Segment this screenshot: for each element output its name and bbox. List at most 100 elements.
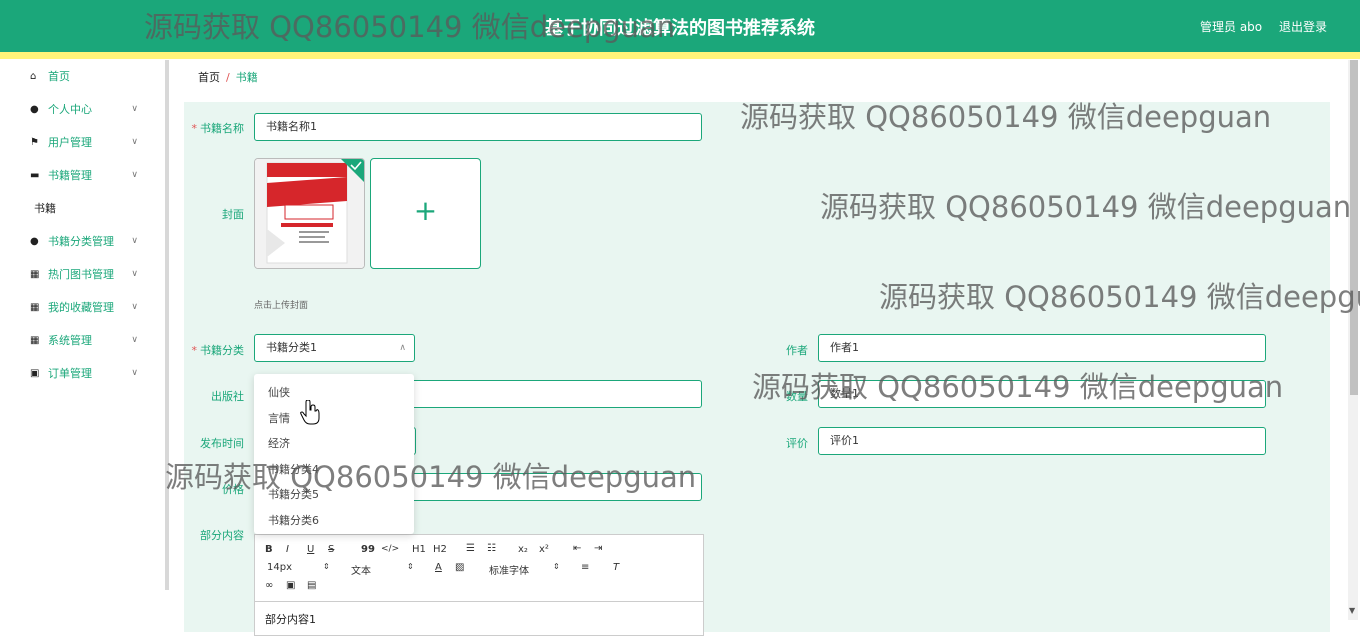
author-label: 作者 (786, 344, 808, 357)
grid-icon: ▦ (30, 302, 40, 313)
breadcrumb-separator: / (226, 71, 230, 84)
scrollbar-thumb[interactable] (1350, 60, 1358, 395)
align-icon[interactable]: ≡ (581, 562, 589, 573)
chevron-down-icon: ∨ (131, 302, 138, 312)
strike-button[interactable]: S (328, 544, 334, 555)
indent-icon[interactable]: ⇥ (594, 543, 602, 554)
category-label: * 书籍分类 (191, 344, 245, 357)
sidebar-item-label: 系统管理 (48, 334, 92, 347)
sidebar-item-favorites[interactable]: ▦ 我的收藏管理 ∨ (10, 291, 146, 324)
sidebar-item-home[interactable]: ⌂ 首页 (10, 60, 146, 93)
grid-icon: ▦ (30, 335, 40, 346)
user-icon: ● (30, 236, 39, 247)
sidebar-item-hot-books[interactable]: ▦ 热门图书管理 ∨ (10, 258, 146, 291)
code-button[interactable]: </> (381, 544, 399, 554)
underline-button[interactable]: U (307, 544, 314, 555)
sidebar-subitem-book[interactable]: 书籍 (10, 192, 146, 225)
admin-user-link[interactable]: 管理员 abo (1200, 18, 1262, 35)
sidebar-item-label: 书籍管理 (48, 169, 92, 182)
content-label: 部分内容 (200, 529, 244, 542)
quote-button[interactable]: 99 (361, 544, 375, 555)
text-style-select[interactable]: 文本 (351, 562, 371, 577)
book-name-label: * 书籍名称 (191, 122, 245, 135)
user-icon: ● (30, 104, 39, 115)
sidebar-item-label: 书籍分类管理 (48, 235, 114, 248)
video-icon[interactable]: ▤ (307, 580, 316, 591)
sidebar-item-label: 订单管理 (48, 367, 92, 380)
breadcrumb-current: 书籍 (235, 71, 258, 84)
logout-link[interactable]: 退出登录 (1279, 18, 1327, 35)
bold-button[interactable]: B (265, 544, 273, 555)
quantity-input[interactable]: 数量1 (818, 380, 1266, 408)
rich-text-editor[interactable]: B I U S 99 </> H1 H2 ☰ ☷ x₂ x² ⇤ ⇥ 14px … (254, 534, 704, 636)
publisher-label: 出版社 (211, 390, 244, 403)
price-label: 价格 (222, 483, 244, 496)
dropdown-option[interactable]: 书籍分类4 (268, 461, 319, 477)
cover-thumbnail[interactable] (254, 158, 365, 269)
breadcrumb-home[interactable]: 首页 (198, 71, 220, 84)
category-dropdown: 仙侠 言情 经济 书籍分类4 书籍分类5 书籍分类6 (254, 374, 414, 534)
chevron-down-icon: ∨ (131, 368, 138, 378)
sidebar-item-users[interactable]: ⚑ 用户管理 ∨ (10, 126, 146, 159)
sidebar-item-label: 我的收藏管理 (48, 301, 114, 314)
sidebar-item-categories[interactable]: ● 书籍分类管理 ∨ (10, 225, 146, 258)
sidebar-item-profile[interactable]: ● 个人中心 ∨ (10, 93, 146, 126)
upload-cover-button[interactable]: + (370, 158, 481, 269)
image-icon[interactable]: ▣ (286, 580, 295, 591)
font-family-select[interactable]: 标准字体 (489, 562, 529, 577)
chevron-down-icon: ∨ (131, 335, 138, 345)
link-icon[interactable]: ∞ (265, 580, 273, 591)
top-header: 基于协同过滤算法的图书推荐系统 管理员 abo 退出登录 (0, 0, 1360, 52)
scroll-down-icon[interactable]: ▼ (1349, 606, 1355, 615)
quantity-label: 数量 (786, 390, 808, 403)
sidebar-item-orders[interactable]: ▣ 订单管理 ∨ (10, 357, 146, 390)
h2-button[interactable]: H2 (433, 544, 447, 555)
h1-button[interactable]: H1 (412, 544, 426, 555)
bullet-list-icon[interactable]: ☷ (487, 543, 496, 554)
dropdown-option[interactable]: 言情 (268, 410, 290, 426)
superscript-button[interactable]: x² (539, 544, 549, 555)
editor-content[interactable]: 部分内容1 (265, 611, 316, 627)
grid-icon: ▦ (30, 269, 40, 280)
outdent-icon[interactable]: ⇤ (573, 543, 581, 554)
flag-icon: ⚑ (30, 137, 39, 148)
chevron-updown-icon: ⇕ (407, 562, 414, 571)
chevron-up-icon: ∧ (399, 343, 406, 353)
book-cover-image (255, 159, 364, 268)
sidebar-item-system[interactable]: ▦ 系统管理 ∨ (10, 324, 146, 357)
sidebar-item-books[interactable]: ▬ 书籍管理 ∨ (10, 159, 146, 192)
chevron-down-icon: ∨ (131, 269, 138, 279)
chevron-updown-icon: ⇕ (323, 562, 330, 571)
dropdown-option[interactable]: 书籍分类5 (268, 486, 319, 502)
book-name-input[interactable]: 书籍名称1 (254, 113, 702, 141)
rating-input[interactable]: 评价1 (818, 427, 1266, 455)
subscript-button[interactable]: x₂ (518, 544, 528, 555)
chevron-down-icon: ∨ (131, 137, 138, 147)
font-color-icon[interactable]: A (435, 562, 442, 573)
chevron-updown-icon: ⇕ (553, 562, 560, 571)
clear-format-icon[interactable]: T (613, 562, 619, 573)
home-icon: ⌂ (30, 71, 37, 82)
category-select-value: 书籍分类1 (266, 341, 317, 354)
sidebar-item-label: 个人中心 (48, 103, 92, 116)
author-input[interactable]: 作者1 (818, 334, 1266, 362)
chevron-down-icon: ∨ (131, 236, 138, 246)
cart-icon: ▣ (30, 368, 40, 379)
dropdown-option[interactable]: 仙侠 (268, 384, 290, 400)
editor-toolbar-divider (255, 601, 703, 602)
cover-label: 封面 (222, 208, 244, 221)
sidebar: ⌂ 首页 ● 个人中心 ∨ ⚑ 用户管理 ∨ ▬ 书籍管理 ∨ 书籍 ● 书籍分… (10, 60, 146, 390)
chevron-down-icon: ∨ (131, 104, 138, 114)
dropdown-option[interactable]: 书籍分类6 (268, 512, 319, 528)
ordered-list-icon[interactable]: ☰ (466, 543, 475, 554)
italic-button[interactable]: I (286, 544, 289, 555)
plus-icon: + (413, 194, 438, 227)
background-color-icon[interactable]: ▨ (455, 562, 464, 573)
app-title: 基于协同过滤算法的图书推荐系统 (545, 18, 815, 39)
font-size-select[interactable]: 14px (267, 562, 292, 573)
rating-label: 评价 (786, 437, 808, 450)
category-select[interactable]: 书籍分类1 ∧ (254, 334, 415, 362)
hand-cursor-icon (300, 400, 320, 425)
dropdown-option[interactable]: 经济 (268, 435, 290, 451)
publish-time-label: 发布时间 (200, 437, 244, 450)
